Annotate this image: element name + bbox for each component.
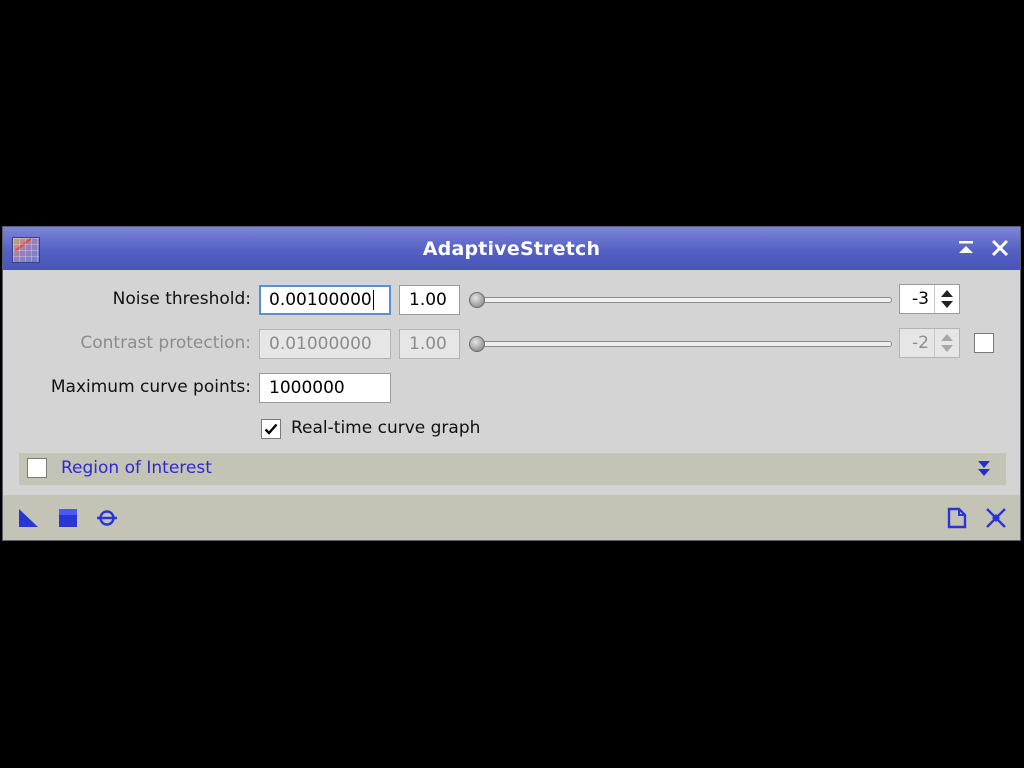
- contrast-protection-mantissa: 1.00: [399, 329, 460, 359]
- shade-icon: [959, 241, 973, 253]
- contrast-protection-label: Contrast protection:: [80, 333, 251, 353]
- contrast-protection-exponent: -2: [899, 328, 960, 358]
- noise-threshold-input[interactable]: 0.00100000: [259, 285, 391, 315]
- contrast-protection-slider-handle: [469, 336, 485, 352]
- exponent-spinner-arrows: [934, 329, 959, 357]
- spin-up-icon[interactable]: [941, 290, 953, 297]
- contrast-protection-slider: [469, 341, 892, 347]
- preview-icon[interactable]: [96, 507, 118, 529]
- bottom-toolbar: [3, 495, 1020, 540]
- documentation-icon[interactable]: [946, 507, 968, 529]
- region-of-interest-checkbox[interactable]: [27, 458, 47, 478]
- shade-button[interactable]: [955, 237, 977, 259]
- noise-threshold-label: Noise threshold:: [112, 289, 251, 309]
- region-of-interest-label[interactable]: Region of Interest: [61, 458, 212, 478]
- noise-threshold-exponent[interactable]: -3: [899, 284, 960, 314]
- spin-up-icon: [941, 334, 953, 341]
- realtime-graph-checkbox[interactable]: [261, 419, 281, 439]
- region-of-interest-section[interactable]: Region of Interest: [19, 453, 1006, 485]
- reset-icon[interactable]: [985, 507, 1007, 529]
- close-button[interactable]: [989, 237, 1011, 259]
- adaptive-stretch-window: AdaptiveStretch Noise threshold: 0.00100…: [2, 226, 1021, 541]
- expand-icon[interactable]: [976, 460, 992, 478]
- apply-global-icon[interactable]: [57, 507, 79, 529]
- max-curve-points-input[interactable]: 1000000: [259, 373, 391, 403]
- noise-threshold-slider-handle[interactable]: [469, 292, 485, 308]
- spin-down-icon: [941, 345, 953, 352]
- noise-threshold-exponent-value: -3: [912, 289, 929, 309]
- contrast-protection-exponent-value: -2: [912, 333, 929, 353]
- window-title: AdaptiveStretch: [422, 238, 601, 260]
- new-instance-icon[interactable]: [18, 507, 40, 529]
- contrast-protection-input: 0.01000000: [259, 329, 391, 359]
- noise-threshold-slider[interactable]: [469, 297, 892, 303]
- close-icon: [991, 239, 1009, 257]
- noise-threshold-value: 0.00100000: [269, 290, 372, 310]
- noise-threshold-mantissa[interactable]: 1.00: [399, 285, 460, 315]
- contrast-protection-enable-checkbox[interactable]: [974, 333, 994, 353]
- checkmark-icon: [264, 423, 278, 435]
- title-bar[interactable]: AdaptiveStretch: [3, 227, 1020, 270]
- exponent-spinner-arrows[interactable]: [934, 285, 959, 313]
- text-cursor: [372, 290, 374, 310]
- realtime-graph-label[interactable]: Real-time curve graph: [291, 418, 480, 438]
- spin-down-icon[interactable]: [941, 301, 953, 308]
- max-curve-points-label: Maximum curve points:: [50, 377, 251, 397]
